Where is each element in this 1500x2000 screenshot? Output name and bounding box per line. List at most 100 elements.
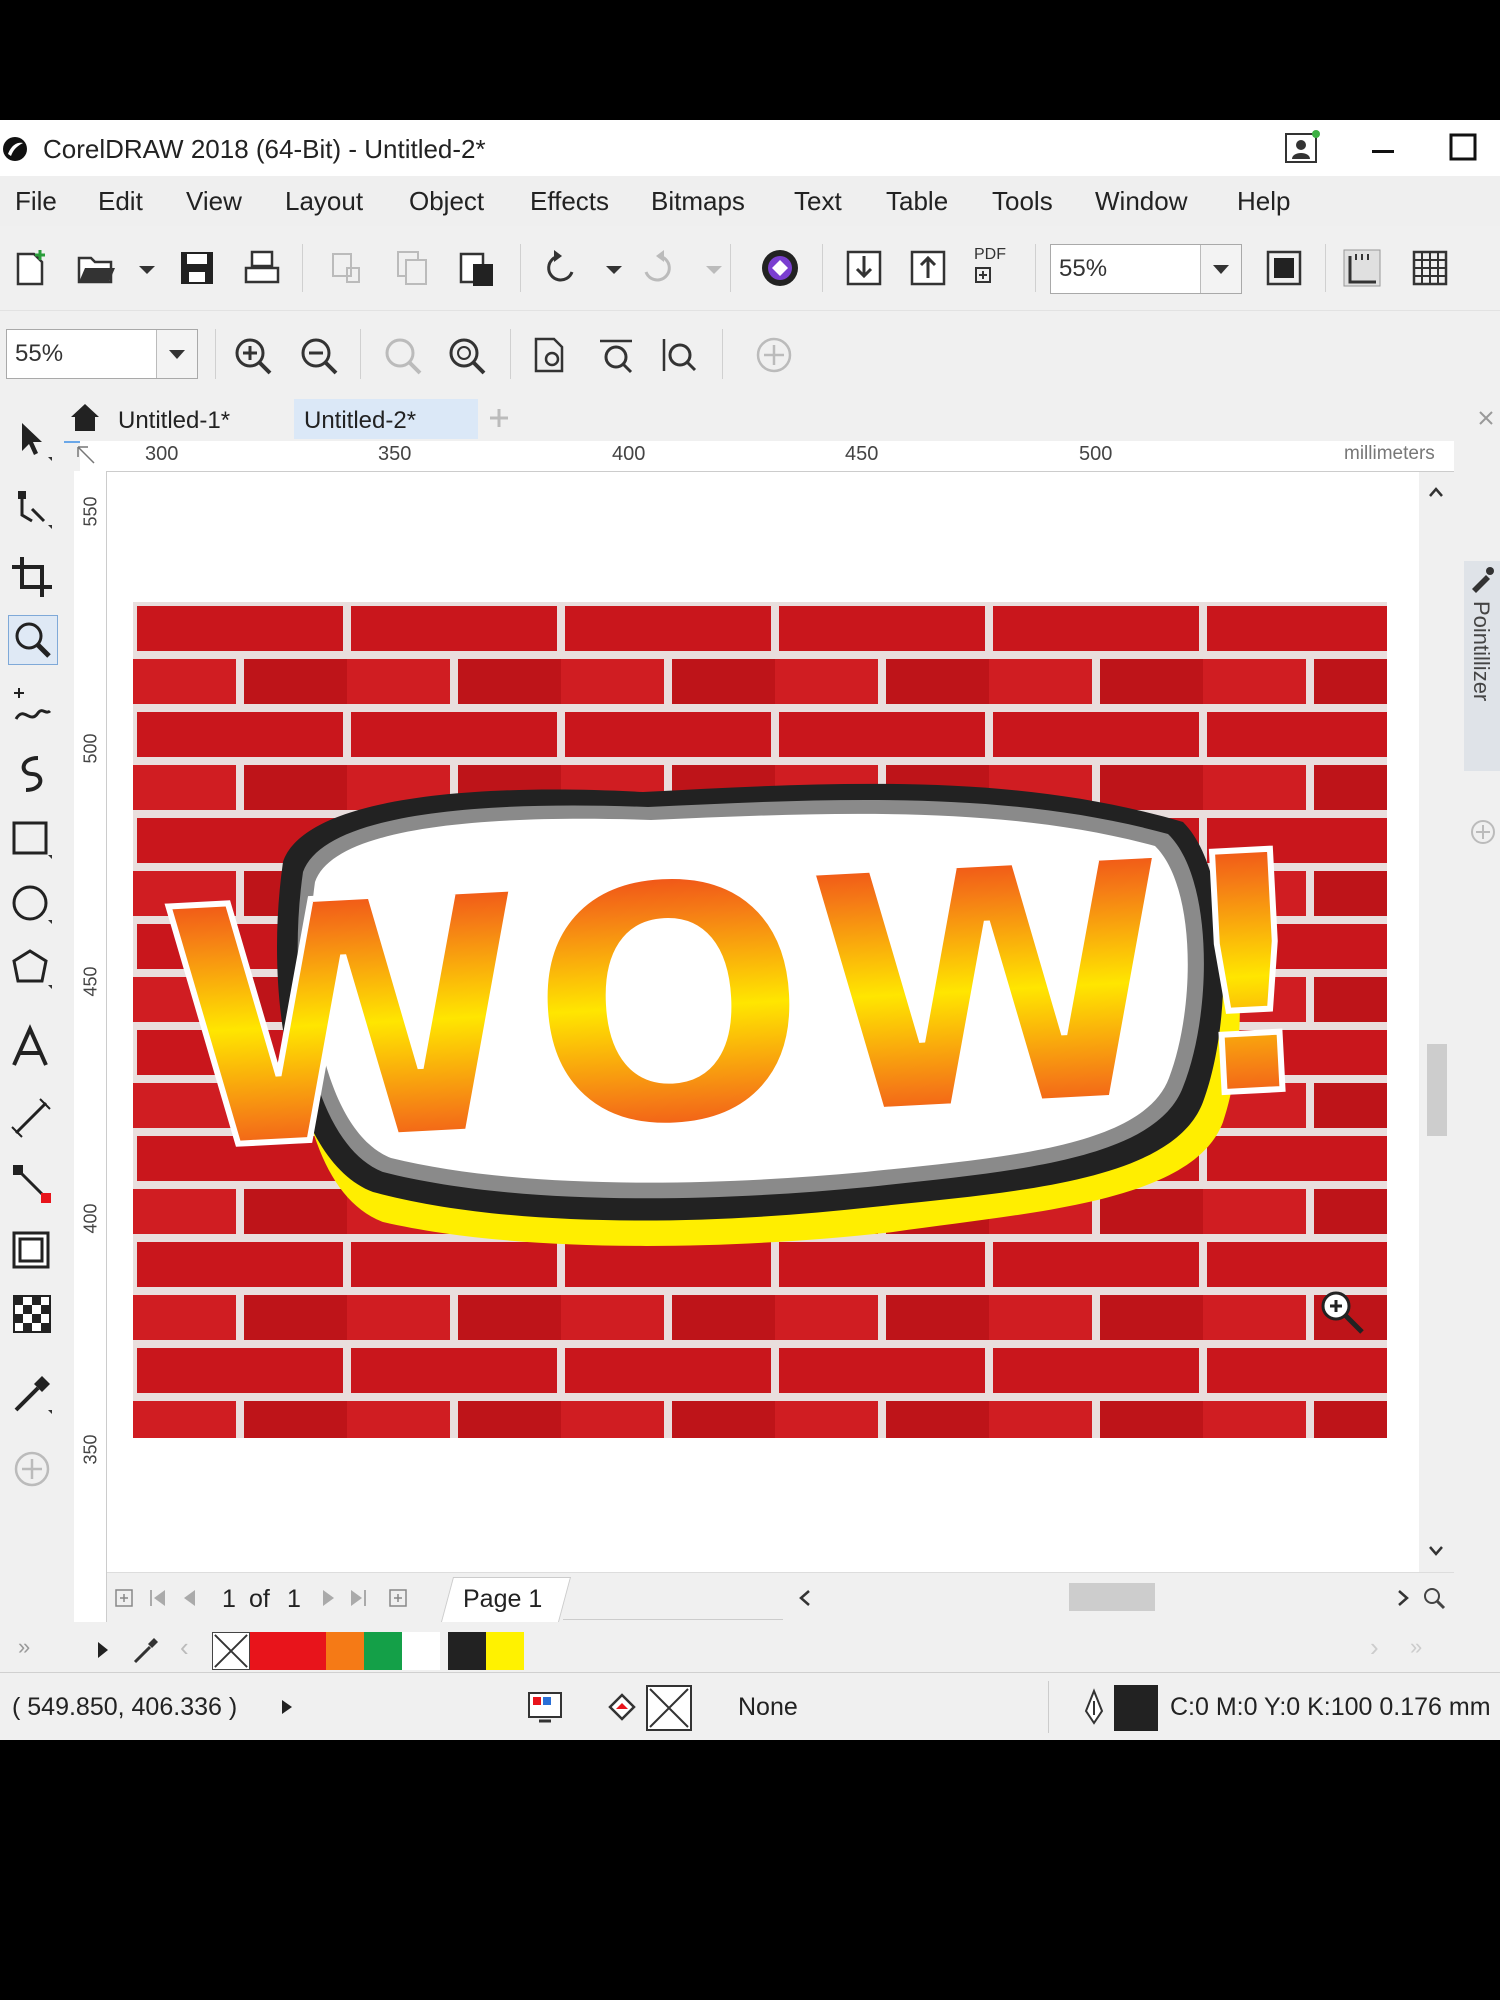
palette-swatch[interactable] [364,1632,402,1670]
status-expand-icon[interactable] [278,1697,296,1717]
undo-button[interactable] [538,246,582,290]
palette-swatch[interactable] [402,1632,440,1670]
freehand-tool[interactable] [8,685,56,733]
horizontal-scrollbar[interactable] [819,1583,1399,1611]
artistic-media-tool[interactable] [8,750,56,798]
menu-effects[interactable]: Effects [530,186,609,217]
scroll-right-icon[interactable] [1393,1587,1413,1609]
palette-swatch[interactable] [288,1632,326,1670]
menu-text[interactable]: Text [794,186,842,217]
palette-scroll-right-icon[interactable]: › [1370,1632,1379,1663]
current-page[interactable]: 1 [222,1585,236,1614]
paste-button[interactable] [455,246,499,290]
previous-page-icon[interactable] [179,1587,201,1609]
next-page-icon[interactable] [317,1587,339,1609]
fill-none-swatch[interactable] [646,1685,692,1731]
full-screen-preview-button[interactable] [1262,246,1306,290]
open-dropdown[interactable] [125,246,155,290]
fill-bucket-icon[interactable] [602,1687,642,1727]
insert-page-before-icon[interactable] [113,1587,135,1609]
eyedropper-tool[interactable] [8,1370,56,1418]
vertical-scrollbar[interactable] [1419,472,1454,1692]
horizontal-ruler[interactable]: 300 350 400 450 500 millimeters [77,441,1454,472]
tab-untitled-1[interactable]: Untitled-1* [108,399,288,439]
scroll-left-icon[interactable] [795,1587,815,1609]
zoom-to-page-button[interactable] [528,333,572,377]
palette-more-icon[interactable]: » [1410,1634,1422,1660]
vertical-scroll-thumb[interactable] [1427,1044,1447,1136]
zoom-to-all-objects-button[interactable] [444,333,488,377]
first-page-icon[interactable] [147,1587,169,1609]
minimize-icon[interactable] [1362,128,1402,168]
menu-edit[interactable]: Edit [98,186,143,217]
save-button[interactable] [175,246,219,290]
menu-object[interactable]: Object [409,186,484,217]
new-document-button[interactable] [10,246,54,290]
palette-scroll-left-icon[interactable]: ‹ [180,1632,189,1663]
swatch-no-color[interactable] [212,1632,250,1670]
insert-page-after-icon[interactable] [387,1587,409,1609]
maximize-icon[interactable] [1442,128,1482,168]
outline-pen-icon[interactable] [1082,1687,1106,1727]
transparency-tool[interactable] [8,1290,56,1338]
horizontal-scroll-thumb[interactable] [1069,1583,1155,1611]
import-button[interactable] [842,246,886,290]
palette-swatch[interactable] [486,1632,524,1670]
polygon-tool[interactable] [8,945,56,993]
pointillizer-docker-tab[interactable]: Pointillizer [1462,441,1500,844]
menu-view[interactable]: View [186,186,242,217]
menu-bitmaps[interactable]: Bitmaps [651,186,745,217]
zoom-level-combo[interactable]: 55% [1050,244,1242,294]
cut-button[interactable] [325,246,369,290]
palette-play-icon[interactable] [94,1638,112,1662]
vertical-ruler[interactable]: 550 500 450 400 350 [74,471,107,1691]
ruler-origin-icon[interactable] [74,443,98,467]
brick-wall-artwork[interactable]: WOW! [133,602,1387,1438]
zoom-in-button[interactable] [230,333,274,377]
shape-tool[interactable] [8,485,56,533]
undo-dropdown[interactable] [592,246,622,290]
menu-help[interactable]: Help [1237,186,1290,217]
zoom-dropdown[interactable] [1200,245,1241,293]
palette-swatch[interactable] [250,1632,288,1670]
page-tab-page-1[interactable]: Page 1 [463,1585,542,1614]
text-tool[interactable] [8,1023,56,1071]
menu-layout[interactable]: Layout [285,186,363,217]
color-proofing-icon[interactable] [525,1689,565,1725]
redo-button[interactable] [636,246,680,290]
open-button[interactable] [75,246,119,290]
rectangle-tool[interactable] [8,815,56,863]
search-content-button[interactable] [758,246,802,290]
outline-color-swatch[interactable] [1114,1685,1158,1731]
palette-swatch[interactable] [448,1632,486,1670]
zoom-to-page-height-button[interactable] [656,333,700,377]
chevron-up-icon[interactable] [1426,482,1446,502]
property-zoom-combo[interactable]: 55% [6,329,198,379]
connector-tool[interactable] [8,1160,56,1208]
zoom-to-selected-button[interactable] [380,333,424,377]
show-grid-button[interactable] [1408,246,1452,290]
menu-table[interactable]: Table [886,186,948,217]
palette-expand-icon[interactable]: » [18,1634,30,1660]
copy-button[interactable] [390,246,434,290]
redo-dropdown[interactable] [692,246,722,290]
property-zoom-dropdown[interactable] [156,330,197,378]
pick-tool[interactable] [8,417,56,465]
show-rulers-button[interactable] [1340,246,1384,290]
zoom-tool[interactable] [8,615,58,665]
chevron-down-icon[interactable] [1426,1540,1446,1560]
menu-window[interactable]: Window [1095,186,1187,217]
crop-tool[interactable] [8,553,56,601]
export-button[interactable] [906,246,950,290]
add-docker-icon[interactable] [1470,819,1496,845]
print-button[interactable] [240,246,284,290]
menu-file[interactable]: File [15,186,57,217]
ellipse-tool[interactable] [8,880,56,928]
navigator-zoom-icon[interactable] [1421,1585,1447,1611]
parallel-dimension-tool[interactable] [8,1095,56,1143]
drop-shadow-tool[interactable] [8,1227,56,1275]
drawing-canvas[interactable]: WOW! [107,472,1419,1572]
new-tab-icon[interactable] [486,405,512,431]
home-icon[interactable] [68,401,102,433]
close-docker-icon[interactable] [1476,408,1496,428]
